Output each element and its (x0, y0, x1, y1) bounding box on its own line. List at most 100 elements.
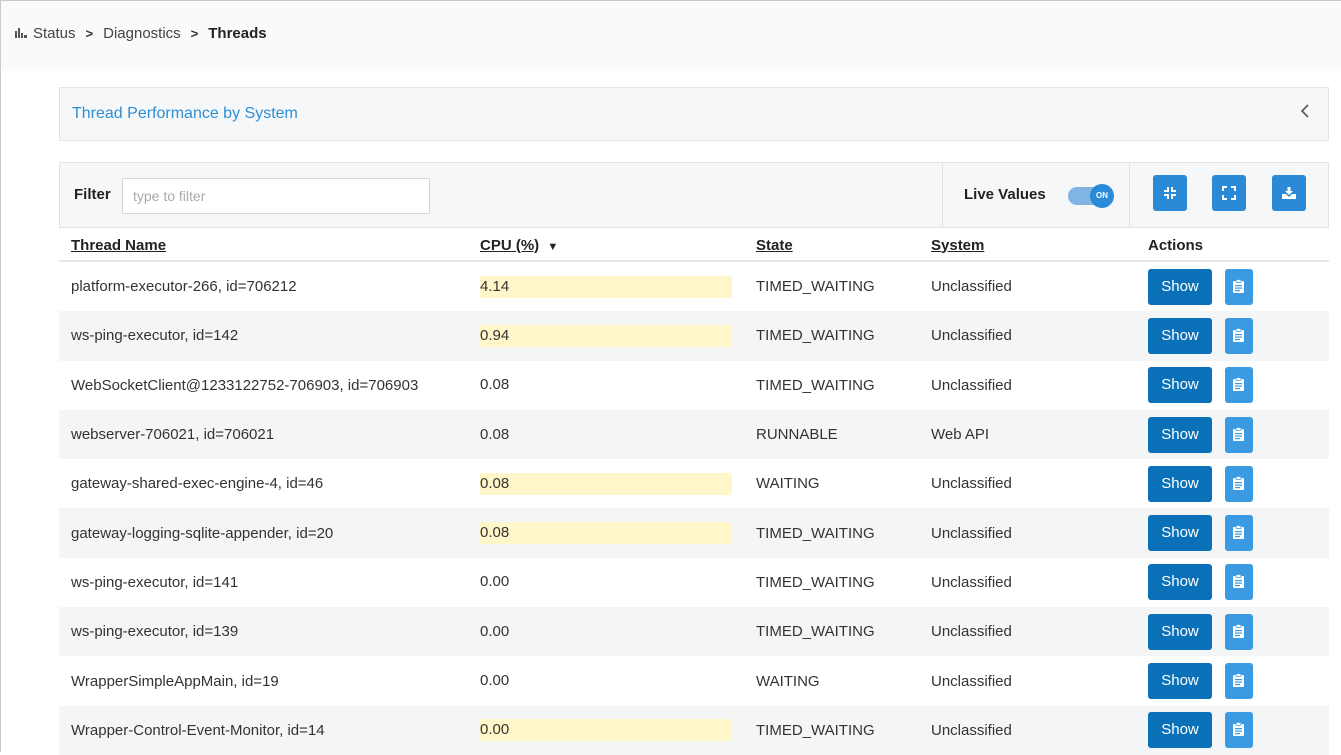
cpu-cell: 4.14 (468, 261, 744, 312)
copy-trace-button[interactable] (1225, 663, 1253, 700)
actions-cell: Show (1136, 656, 1329, 706)
table-row: Wrapper-Control-Event-Monitor, id=14 0.00… (59, 705, 1329, 755)
state-cell: WAITING (744, 459, 919, 509)
cpu-value: 4.14 (480, 277, 510, 295)
state-cell: TIMED_WAITING (744, 607, 919, 657)
download-button[interactable] (1272, 175, 1306, 211)
clipboard-icon (1233, 328, 1244, 342)
breadcrumb-diagnostics[interactable]: Diagnostics (103, 25, 181, 42)
copy-trace-button[interactable] (1225, 515, 1253, 552)
show-button[interactable]: Show (1148, 317, 1212, 354)
toggle-knob: ON (1090, 184, 1114, 208)
panel-title: Thread Performance by System (72, 105, 298, 122)
copy-trace-button[interactable] (1225, 465, 1253, 502)
cpu-cell: 0.08 (468, 508, 744, 558)
system-cell: Unclassified (919, 557, 1136, 608)
copy-trace-button[interactable] (1225, 367, 1253, 404)
table-toolbar: Filter Live Values ON (59, 162, 1329, 228)
actions-cell: Show (1136, 261, 1329, 312)
cpu-value: 0.08 (480, 425, 510, 443)
table-row: WrapperSimpleAppMain, id=19 0.00 WAITING Un… (59, 656, 1329, 706)
clipboard-icon (1233, 475, 1244, 490)
cpu-highlight-bar (480, 275, 732, 298)
state-cell: TIMED_WAITING (744, 261, 919, 312)
cpu-value: 0.08 (480, 474, 510, 492)
breadcrumb: Status > Diagnostics > Threads (15, 25, 267, 42)
cpu-value: 0.08 (480, 376, 510, 394)
collapse-icon (1164, 187, 1176, 199)
clipboard-icon (1233, 426, 1244, 441)
show-button[interactable]: Show (1148, 268, 1212, 305)
show-button[interactable]: Show (1148, 515, 1212, 552)
clipboard-icon (1233, 673, 1244, 688)
filter-label: Filter (74, 186, 111, 203)
thread-name-cell: webserver-706021, id=706021 (59, 409, 468, 460)
clipboard-icon (1233, 623, 1244, 638)
table-row: gateway-logging-sqlite-appender, id=20 0.… (59, 508, 1329, 558)
copy-trace-button[interactable] (1225, 712, 1253, 749)
cpu-highlight-bar (480, 719, 732, 742)
cpu-highlight-bar (480, 522, 732, 545)
thread-name-cell: WrapperSimpleAppMain, id=19 (59, 656, 468, 706)
cpu-value: 0.94 (480, 326, 510, 344)
breadcrumb-status[interactable]: Status (33, 25, 76, 42)
threads-table: Thread Name CPU (%) ▼ State System Actio… (59, 230, 1329, 755)
show-button[interactable]: Show (1148, 712, 1212, 749)
table-row: webserver-706021, id=706021 0.08 RUNNABLE W… (59, 409, 1329, 460)
download-icon (1282, 187, 1296, 199)
show-button[interactable]: Show (1148, 613, 1212, 650)
system-cell: Unclassified (919, 607, 1136, 657)
panel-header: Thread Performance by System (59, 87, 1329, 141)
breadcrumb-separator: > (190, 26, 199, 41)
cpu-cell: 0.00 (468, 557, 744, 608)
copy-trace-button[interactable] (1225, 564, 1253, 601)
actions-cell: Show (1136, 607, 1329, 657)
actions-cell: Show (1136, 409, 1329, 460)
collapse-button[interactable] (1153, 175, 1187, 211)
filter-input[interactable] (122, 178, 430, 214)
cpu-cell: 0.94 (468, 311, 744, 361)
copy-trace-button[interactable] (1225, 317, 1253, 354)
table-header-row: Thread Name CPU (%) ▼ State System Actio… (59, 230, 1329, 262)
actions-cell: Show (1136, 508, 1329, 558)
expand-button[interactable] (1212, 175, 1246, 211)
cpu-value: 0.00 (480, 622, 510, 640)
cpu-value: 0.00 (480, 721, 510, 739)
copy-trace-button[interactable] (1225, 613, 1253, 650)
show-button[interactable]: Show (1148, 465, 1212, 502)
table-row: ws-ping-executor, id=139 0.00 TIMED_WAITIN… (59, 607, 1329, 657)
actions-cell: Show (1136, 360, 1329, 410)
thread-name-cell: gateway-shared-exec-engine-4, id=46 (59, 459, 468, 509)
status-chart-icon (15, 25, 27, 42)
show-button[interactable]: Show (1148, 367, 1212, 404)
live-values-label: Live Values (964, 186, 1046, 203)
copy-trace-button[interactable] (1225, 416, 1253, 453)
toolbar-divider (942, 163, 943, 227)
state-cell: WAITING (744, 656, 919, 706)
show-button[interactable]: Show (1148, 564, 1212, 601)
show-button[interactable]: Show (1148, 663, 1212, 700)
column-header-system[interactable]: System (919, 230, 1136, 262)
column-header-state[interactable]: State (744, 230, 919, 262)
clipboard-icon (1233, 574, 1244, 589)
cpu-cell: 0.00 (468, 705, 744, 755)
system-cell: Web API (919, 409, 1136, 460)
cpu-cell: 0.08 (468, 459, 744, 509)
system-cell: Unclassified (919, 705, 1136, 755)
column-header-cpu[interactable]: CPU (%) ▼ (468, 230, 744, 262)
live-values-toggle[interactable]: ON (1068, 184, 1114, 208)
show-button[interactable]: Show (1148, 416, 1212, 453)
table-row: WebSocketClient@1233122752-706903, id=70… (59, 360, 1329, 410)
thread-name-cell: WebSocketClient@1233122752-706903, id=70… (59, 360, 468, 410)
cpu-cell: 0.00 (468, 656, 744, 706)
state-cell: TIMED_WAITING (744, 508, 919, 558)
cpu-cell: 0.00 (468, 607, 744, 657)
copy-trace-button[interactable] (1225, 268, 1253, 305)
cpu-value: 0.00 (480, 672, 510, 690)
table-row: platform-executor-266, id=706212 4.14 TIME… (59, 261, 1329, 312)
system-cell: Unclassified (919, 311, 1136, 361)
chevron-left-icon[interactable] (1300, 102, 1310, 125)
sort-desc-icon: ▼ (547, 240, 559, 253)
toolbar-divider (1129, 163, 1130, 227)
column-header-thread-name[interactable]: Thread Name (59, 230, 468, 262)
